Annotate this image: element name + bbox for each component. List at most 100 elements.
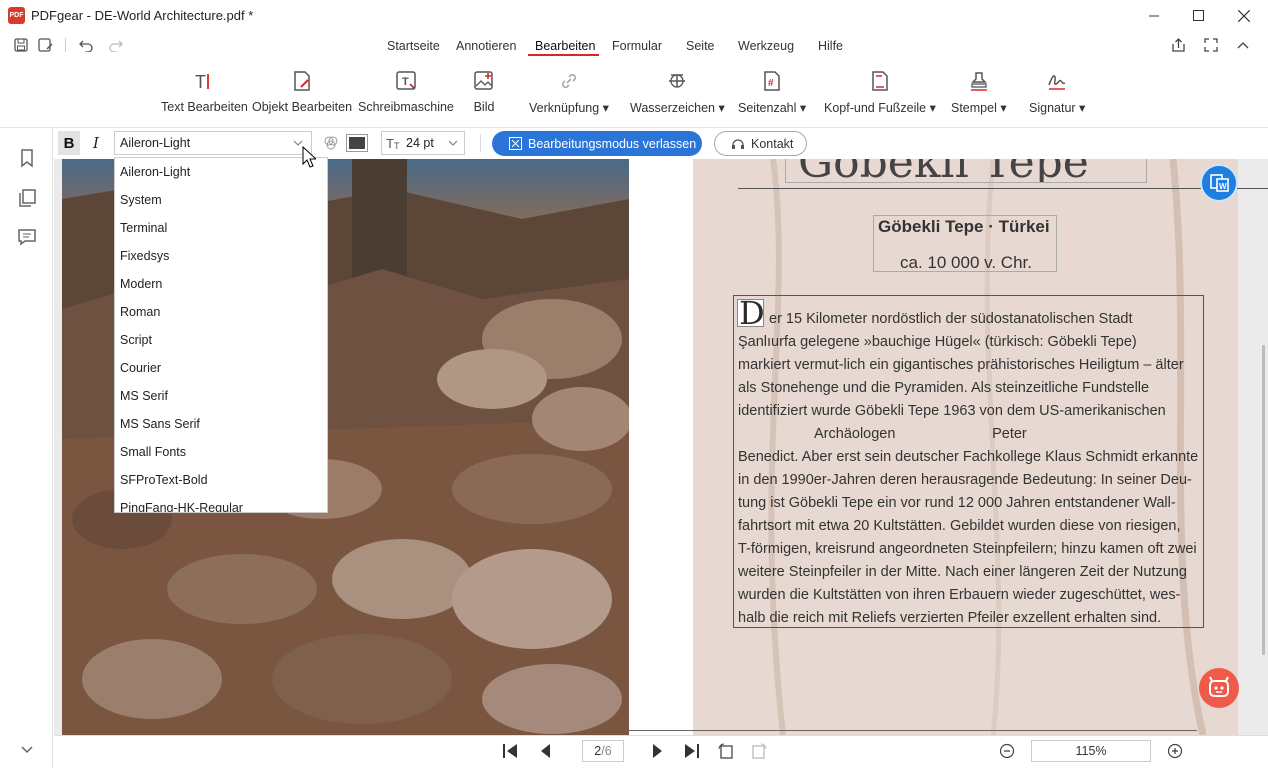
thumbnails-icon[interactable] [17,188,37,208]
fullscreen-icon[interactable] [1202,36,1220,54]
menu-werkzeug[interactable]: Werkzeug [738,39,794,53]
italic-button[interactable]: I [85,131,107,155]
font-option[interactable]: Courier [115,354,327,382]
svg-text:T: T [386,137,394,150]
font-option[interactable]: Aileron-Light [115,158,327,186]
save-icon[interactable] [12,36,30,54]
rotate-page-icon[interactable] [716,742,736,760]
drop-cap: D [739,294,765,332]
bold-button[interactable]: B [58,131,80,155]
first-page-icon[interactable] [500,742,520,760]
text-effects-icon[interactable] [320,132,342,154]
object-edit-button[interactable]: Objekt Bearbeiten [252,70,352,114]
collapse-ribbon-icon[interactable] [1234,36,1252,54]
ai-assistant-button[interactable] [1199,668,1239,708]
pdf-to-word-button[interactable]: W [1200,164,1238,202]
svg-text:W: W [1219,182,1227,191]
redo-icon[interactable] [107,36,125,54]
font-size-select[interactable]: TT 24 pt [381,131,465,155]
header-footer-button[interactable]: Kopf-und Fußzeile ▾ [824,70,936,115]
title-rule [738,188,1268,189]
title-bar: PDF PDFgear - DE-World Architecture.pdf … [0,0,1268,31]
contact-button[interactable]: Kontakt [714,131,807,156]
signature-icon [1046,70,1068,92]
font-option[interactable]: MS Sans Serif [115,410,327,438]
object-edit-icon [291,70,313,92]
zoom-level-input[interactable]: 115% [1031,740,1151,762]
link-button[interactable]: Verknüpfung ▾ [529,70,609,115]
stamp-button[interactable]: Stempel ▾ [951,70,1007,115]
zoom-out-icon[interactable] [997,742,1017,760]
convert-word-icon: W [1210,174,1229,192]
close-button[interactable] [1221,0,1267,31]
font-option[interactable]: MS Serif [115,382,327,410]
font-family-select[interactable]: Aileron-Light [114,131,312,155]
close-box-icon [509,137,522,150]
comments-icon[interactable] [17,227,37,247]
typewriter-button[interactable]: T Schreibmaschine [358,70,454,114]
rotate-clockwise-icon[interactable] [749,742,769,760]
save-as-icon[interactable] [37,36,55,54]
pdfgear-logo-icon: PDF [8,7,25,24]
font-option[interactable]: Modern [115,270,327,298]
font-option[interactable]: SFProText-Bold [115,466,327,494]
paragraph-line: er 15 Kilometer nordöstlich der südostan… [769,311,1133,327]
font-option[interactable]: Script [115,326,327,354]
maximize-button[interactable] [1175,0,1221,31]
robot-icon [1209,676,1229,697]
active-tab-indicator [528,54,599,56]
left-sidebar [0,128,53,768]
window-title: PDFgear - DE-World Architecture.pdf * [31,8,254,23]
minimize-button[interactable] [1131,0,1177,31]
menu-hilfe[interactable]: Hilfe [818,39,843,53]
bottom-rule [629,730,1197,731]
menu-bearbeiten[interactable]: Bearbeiten [535,39,595,53]
share-icon[interactable] [1170,36,1188,54]
paragraph-line: tung ist Göbekli Tepe ein vor rund 12 00… [738,495,1176,511]
chevron-down-icon [448,140,458,146]
zoom-in-icon[interactable] [1165,742,1185,760]
previous-page-icon[interactable] [535,742,555,760]
sidebar-expand-icon[interactable] [17,739,37,759]
next-page-icon[interactable] [648,742,668,760]
menu-formular[interactable]: Formular [612,39,662,53]
bookmark-icon[interactable] [17,148,37,168]
paragraph-line: markiert vermut-lich ein gigantisches pr… [738,357,1184,373]
document-date: ca. 10 000 v. Chr. [900,253,1032,272]
font-option[interactable]: PingFang-HK-Regular [115,494,327,512]
paragraph-line: in den 1990er-Jahren deren herausragende… [738,472,1192,488]
paragraph-line: identifiziert wurde Göbekli Tepe 1963 vo… [738,403,1166,419]
svg-text:T: T [394,141,400,150]
page-gap [629,159,693,735]
paragraph-line: weitere Steinpfeiler in der Mitte. Nach … [738,564,1187,580]
page-number-button[interactable]: # Seitenzahl ▾ [738,70,806,115]
signature-button[interactable]: Signatur ▾ [1029,70,1085,115]
minimize-icon [1148,15,1159,17]
page-number-input[interactable]: 2/6 [582,740,624,762]
font-option[interactable]: Fixedsys [115,242,327,270]
text-color-picker[interactable] [346,134,368,152]
last-page-icon[interactable] [682,742,702,760]
exit-edit-mode-button[interactable]: Bearbeitungsmodus verlassen [492,131,702,156]
watermark-button[interactable]: Wasserzeichen ▾ [630,70,725,115]
stamp-icon [968,70,990,92]
typewriter-icon: T [395,70,417,92]
vertical-scrollbar[interactable] [1262,345,1265,655]
menu-seite[interactable]: Seite [686,39,715,53]
font-option[interactable]: System [115,186,327,214]
menu-annotieren[interactable]: Annotieren [456,39,516,53]
font-dropdown-list[interactable]: Aileron-Light System Terminal Fixedsys M… [114,157,328,513]
font-option[interactable]: Terminal [115,214,327,242]
text-edit-button[interactable]: T Text Bearbeiten [161,70,248,114]
svg-text:T: T [195,72,206,92]
header-footer-icon [869,70,891,92]
undo-icon[interactable] [77,36,95,54]
mouse-cursor-icon [302,146,316,168]
document-subtitle: Göbekli Tepe · Türkei [878,217,1050,236]
menu-startseite[interactable]: Startseite [387,39,440,53]
image-button[interactable]: Bild [473,70,495,114]
font-option[interactable]: Small Fonts [115,438,327,466]
font-option[interactable]: Roman [115,298,327,326]
paragraph-line: als Stonehenge und die Pyramiden. Als st… [738,380,1150,396]
title-box[interactable]: Göbekli Tepe [785,159,1147,183]
